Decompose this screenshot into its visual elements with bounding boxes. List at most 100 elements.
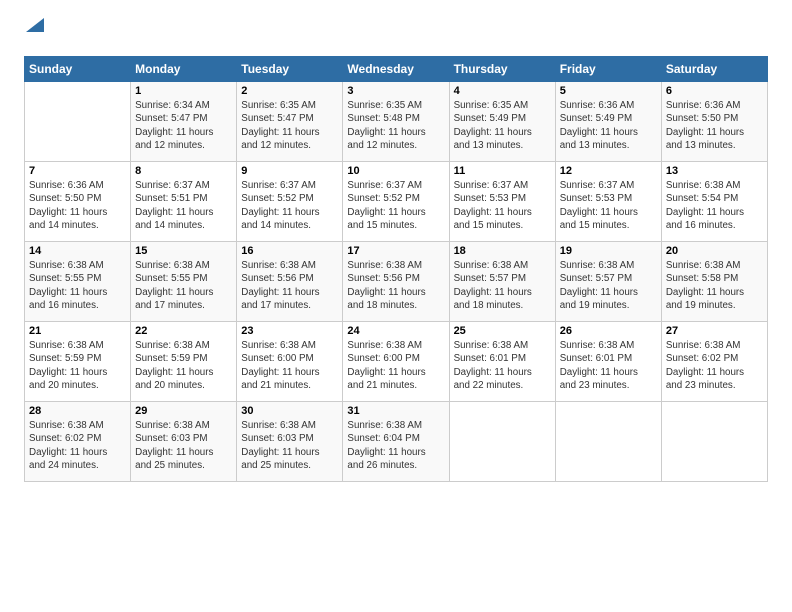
day-number: 17 <box>347 245 444 257</box>
day-cell: 15 Sunrise: 6:38 AMSunset: 5:55 PMDayligh… <box>131 242 237 322</box>
day-number: 24 <box>347 325 444 337</box>
week-row-2: 7 Sunrise: 6:36 AMSunset: 5:50 PMDaylight… <box>25 162 768 242</box>
day-info: Sunrise: 6:38 AMSunset: 5:55 PMDaylight:… <box>29 259 126 312</box>
day-info: Sunrise: 6:35 AMSunset: 5:48 PMDaylight:… <box>347 99 444 152</box>
day-info: Sunrise: 6:38 AMSunset: 5:59 PMDaylight:… <box>135 339 232 392</box>
day-info: Sunrise: 6:35 AMSunset: 5:49 PMDaylight:… <box>454 99 551 152</box>
week-row-5: 28Sunrise: 6:38 AMSunset: 6:02 PMDayligh… <box>25 402 768 482</box>
day-number: 18 <box>454 245 551 257</box>
day-info: Sunrise: 6:38 AMSunset: 6:03 PMDaylight:… <box>241 419 338 472</box>
day-number: 5 <box>560 85 657 97</box>
logo-icon <box>26 18 44 37</box>
day-info: Sunrise: 6:38 AMSunset: 6:04 PMDaylight:… <box>347 419 444 472</box>
day-number: 6 <box>666 85 763 97</box>
day-number: 13 <box>666 165 763 177</box>
day-number: 27 <box>666 325 763 337</box>
day-info: Sunrise: 6:36 AMSunset: 5:50 PMDaylight:… <box>29 179 126 232</box>
day-cell: 28Sunrise: 6:38 AMSunset: 6:02 PMDayligh… <box>25 402 131 482</box>
day-cell: 5 Sunrise: 6:36 AMSunset: 5:49 PMDaylight… <box>555 82 661 162</box>
day-cell <box>25 82 131 162</box>
day-number: 1 <box>135 85 232 97</box>
day-cell <box>661 402 767 482</box>
day-cell: 14 Sunrise: 6:38 AMSunset: 5:55 PMDayligh… <box>25 242 131 322</box>
day-number: 2 <box>241 85 338 97</box>
day-number: 10 <box>347 165 444 177</box>
day-info: Sunrise: 6:36 AMSunset: 5:49 PMDaylight:… <box>560 99 657 152</box>
day-number: 4 <box>454 85 551 97</box>
day-cell: 20 Sunrise: 6:38 AMSunset: 5:58 PMDayligh… <box>661 242 767 322</box>
weekday-header-tuesday: Tuesday <box>237 57 343 82</box>
header <box>24 20 768 44</box>
day-number: 31 <box>347 405 444 417</box>
calendar-table: SundayMondayTuesdayWednesdayThursdayFrid… <box>24 56 768 482</box>
day-cell: 4 Sunrise: 6:35 AMSunset: 5:49 PMDaylight… <box>449 82 555 162</box>
day-cell: 23 Sunrise: 6:38 AMSunset: 6:00 PMDayligh… <box>237 322 343 402</box>
calendar-page: SundayMondayTuesdayWednesdayThursdayFrid… <box>0 0 792 498</box>
day-number: 29 <box>135 405 232 417</box>
day-cell: 17 Sunrise: 6:38 AMSunset: 5:56 PMDayligh… <box>343 242 449 322</box>
day-number: 16 <box>241 245 338 257</box>
week-row-3: 14 Sunrise: 6:38 AMSunset: 5:55 PMDayligh… <box>25 242 768 322</box>
day-cell: 30 Sunrise: 6:38 AMSunset: 6:03 PMDayligh… <box>237 402 343 482</box>
day-cell: 26Sunrise: 6:38 AMSunset: 6:01 PMDayligh… <box>555 322 661 402</box>
weekday-header-monday: Monday <box>131 57 237 82</box>
day-cell: 8 Sunrise: 6:37 AMSunset: 5:51 PMDaylight… <box>131 162 237 242</box>
weekday-header-sunday: Sunday <box>25 57 131 82</box>
day-info: Sunrise: 6:38 AMSunset: 5:57 PMDaylight:… <box>560 259 657 312</box>
weekday-header-wednesday: Wednesday <box>343 57 449 82</box>
day-cell: 10 Sunrise: 6:37 AMSunset: 5:52 PMDayligh… <box>343 162 449 242</box>
day-cell <box>449 402 555 482</box>
day-cell: 29 Sunrise: 6:38 AMSunset: 6:03 PMDayligh… <box>131 402 237 482</box>
day-number: 26 <box>560 325 657 337</box>
day-cell: 12Sunrise: 6:37 AMSunset: 5:53 PMDayligh… <box>555 162 661 242</box>
day-cell: 11 Sunrise: 6:37 AMSunset: 5:53 PMDayligh… <box>449 162 555 242</box>
day-info: Sunrise: 6:38 AMSunset: 6:02 PMDaylight:… <box>666 339 763 392</box>
day-number: 20 <box>666 245 763 257</box>
day-info: Sunrise: 6:37 AMSunset: 5:53 PMDaylight:… <box>560 179 657 232</box>
weekday-header-row: SundayMondayTuesdayWednesdayThursdayFrid… <box>25 57 768 82</box>
day-cell: 19 Sunrise: 6:38 AMSunset: 5:57 PMDayligh… <box>555 242 661 322</box>
day-number: 23 <box>241 325 338 337</box>
day-cell: 24Sunrise: 6:38 AMSunset: 6:00 PMDayligh… <box>343 322 449 402</box>
day-cell: 21Sunrise: 6:38 AMSunset: 5:59 PMDayligh… <box>25 322 131 402</box>
day-number: 3 <box>347 85 444 97</box>
day-info: Sunrise: 6:38 AMSunset: 6:03 PMDaylight:… <box>135 419 232 472</box>
day-number: 15 <box>135 245 232 257</box>
day-info: Sunrise: 6:38 AMSunset: 6:02 PMDaylight:… <box>29 419 126 472</box>
day-info: Sunrise: 6:38 AMSunset: 5:57 PMDaylight:… <box>454 259 551 312</box>
day-info: Sunrise: 6:37 AMSunset: 5:52 PMDaylight:… <box>347 179 444 232</box>
day-number: 9 <box>241 165 338 177</box>
day-cell: 18 Sunrise: 6:38 AMSunset: 5:57 PMDayligh… <box>449 242 555 322</box>
day-info: Sunrise: 6:36 AMSunset: 5:50 PMDaylight:… <box>666 99 763 152</box>
day-info: Sunrise: 6:38 AMSunset: 5:56 PMDaylight:… <box>347 259 444 312</box>
week-row-1: 1 Sunrise: 6:34 AMSunset: 5:47 PMDaylight… <box>25 82 768 162</box>
day-cell: 16Sunrise: 6:38 AMSunset: 5:56 PMDayligh… <box>237 242 343 322</box>
day-info: Sunrise: 6:37 AMSunset: 5:51 PMDaylight:… <box>135 179 232 232</box>
day-info: Sunrise: 6:38 AMSunset: 6:01 PMDaylight:… <box>454 339 551 392</box>
day-info: Sunrise: 6:38 AMSunset: 5:54 PMDaylight:… <box>666 179 763 232</box>
day-number: 19 <box>560 245 657 257</box>
week-row-4: 21Sunrise: 6:38 AMSunset: 5:59 PMDayligh… <box>25 322 768 402</box>
day-info: Sunrise: 6:37 AMSunset: 5:52 PMDaylight:… <box>241 179 338 232</box>
day-number: 14 <box>29 245 126 257</box>
day-number: 8 <box>135 165 232 177</box>
day-info: Sunrise: 6:38 AMSunset: 5:59 PMDaylight:… <box>29 339 126 392</box>
day-info: Sunrise: 6:35 AMSunset: 5:47 PMDaylight:… <box>241 99 338 152</box>
day-cell <box>555 402 661 482</box>
day-cell: 13 Sunrise: 6:38 AMSunset: 5:54 PMDayligh… <box>661 162 767 242</box>
weekday-header-thursday: Thursday <box>449 57 555 82</box>
day-cell: 27 Sunrise: 6:38 AMSunset: 6:02 PMDayligh… <box>661 322 767 402</box>
day-number: 30 <box>241 405 338 417</box>
day-number: 7 <box>29 165 126 177</box>
day-cell: 22 Sunrise: 6:38 AMSunset: 5:59 PMDayligh… <box>131 322 237 402</box>
day-info: Sunrise: 6:38 AMSunset: 6:00 PMDaylight:… <box>241 339 338 392</box>
day-info: Sunrise: 6:37 AMSunset: 5:53 PMDaylight:… <box>454 179 551 232</box>
day-number: 11 <box>454 165 551 177</box>
day-cell: 2 Sunrise: 6:35 AMSunset: 5:47 PMDaylight… <box>237 82 343 162</box>
day-number: 22 <box>135 325 232 337</box>
day-cell: 7 Sunrise: 6:36 AMSunset: 5:50 PMDaylight… <box>25 162 131 242</box>
day-info: Sunrise: 6:38 AMSunset: 5:58 PMDaylight:… <box>666 259 763 312</box>
day-info: Sunrise: 6:34 AMSunset: 5:47 PMDaylight:… <box>135 99 232 152</box>
day-info: Sunrise: 6:38 AMSunset: 5:55 PMDaylight:… <box>135 259 232 312</box>
day-cell: 31 Sunrise: 6:38 AMSunset: 6:04 PMDayligh… <box>343 402 449 482</box>
